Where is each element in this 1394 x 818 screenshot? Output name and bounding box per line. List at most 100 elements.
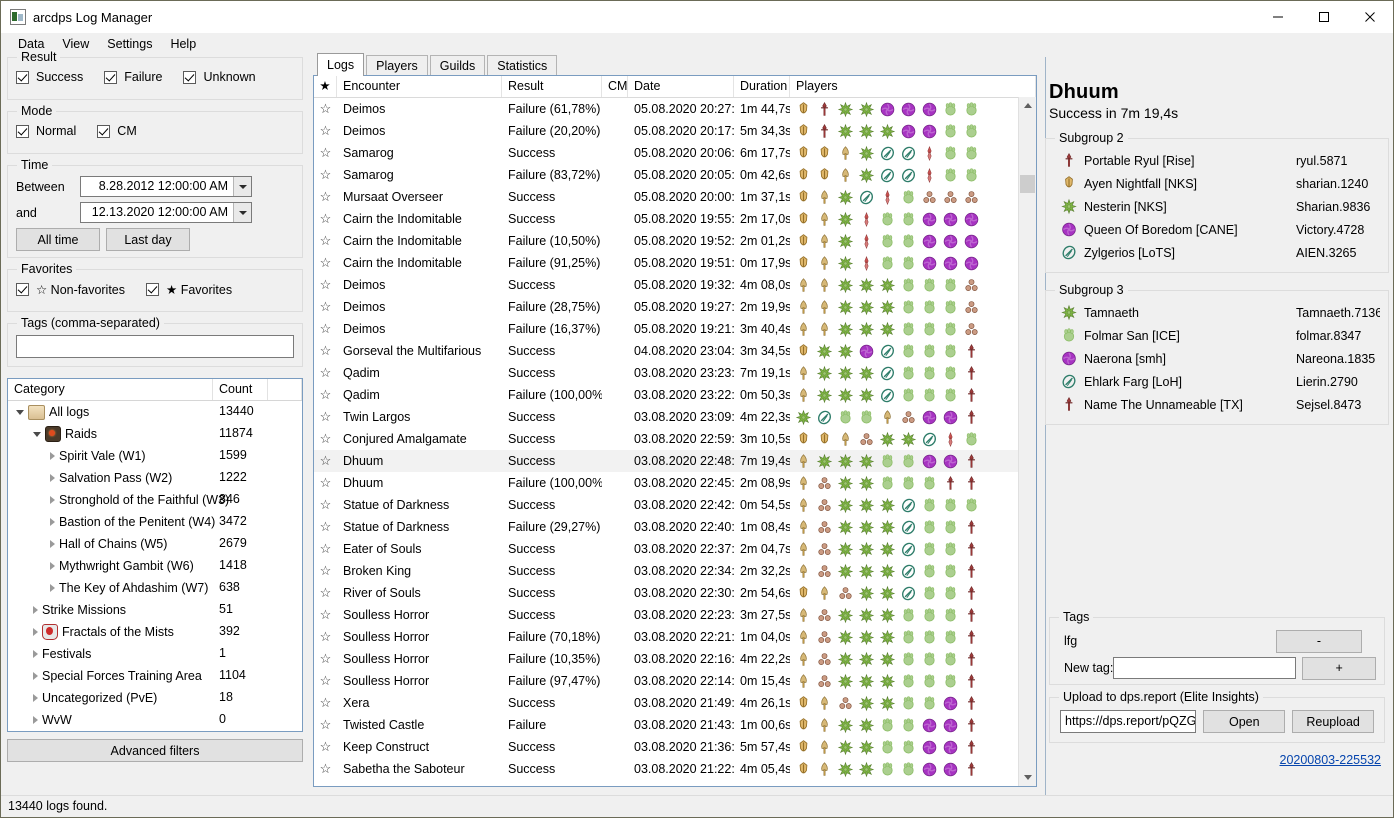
table-row[interactable]: ☆ Soulless Horror Failure (10,35%) 03.08.20… — [314, 648, 1036, 670]
favorite-star-icon[interactable]: ☆ — [314, 277, 337, 293]
table-row[interactable]: ☆ Cairn the Indomitable Success 05.08.2020 … — [314, 208, 1036, 230]
date-picker-to-dropdown[interactable] — [233, 203, 251, 222]
column-header-date[interactable]: Date — [628, 76, 734, 97]
table-row[interactable]: ☆ Statue of Darkness Failure (29,27%) 03.08… — [314, 516, 1036, 538]
expander-expand-icon[interactable] — [50, 474, 55, 482]
favorite-star-icon[interactable]: ☆ — [314, 651, 337, 667]
table-row[interactable]: ☆ Qadim Failure (100,00%) 03.08.2020 23:22:… — [314, 384, 1036, 406]
column-header-result[interactable]: Result — [502, 76, 602, 97]
reupload-button[interactable]: Reupload — [1292, 710, 1374, 733]
table-row[interactable]: ☆ Soulless Horror Success 03.08.2020 22:23:… — [314, 604, 1036, 626]
column-header-duration[interactable]: Duration — [734, 76, 790, 97]
column-header-category[interactable]: Category — [8, 379, 213, 400]
all-time-button[interactable]: All time — [16, 228, 100, 251]
category-tree-row[interactable]: Fractals of the Mists 392 — [8, 621, 302, 643]
checkbox-unknown[interactable] — [183, 70, 197, 84]
menu-item-settings[interactable]: Settings — [98, 35, 161, 53]
favorite-star-icon[interactable]: ☆ — [314, 673, 337, 689]
table-row[interactable]: ☆ Eater of Souls Success 03.08.2020 22:37:5… — [314, 538, 1036, 560]
expander-expand-icon[interactable] — [33, 694, 38, 702]
table-row[interactable]: ☆ Dhuum Failure (100,00%) 03.08.2020 22:45:… — [314, 472, 1036, 494]
category-tree-row[interactable]: Strike Missions 51 — [8, 599, 302, 621]
favorite-star-icon[interactable]: ☆ — [314, 541, 337, 557]
expander-expand-icon[interactable] — [50, 518, 55, 526]
favorite-star-icon[interactable]: ☆ — [314, 387, 337, 403]
category-tree-row[interactable]: Spirit Vale (W1) 1599 — [8, 445, 302, 467]
category-tree-row[interactable]: Stronghold of the Faithful (W3) 846 — [8, 489, 302, 511]
favorite-star-icon[interactable]: ☆ — [314, 475, 337, 491]
category-tree-row[interactable]: All logs 13440 — [8, 401, 302, 423]
table-row[interactable]: ☆ Deimos Failure (61,78%) 05.08.2020 20:27:… — [314, 98, 1036, 120]
expander-expand-icon[interactable] — [50, 496, 55, 504]
table-row[interactable]: ☆ Statue of Darkness Success 03.08.2020 22:… — [314, 494, 1036, 516]
table-row[interactable]: ☆ Deimos Failure (20,20%) 05.08.2020 20:17:… — [314, 120, 1036, 142]
favorite-star-icon[interactable]: ☆ — [314, 761, 337, 777]
add-tag-button[interactable]: + — [1302, 656, 1376, 680]
expander-expand-icon[interactable] — [33, 672, 38, 680]
table-row[interactable]: ☆ Twisted Castle Failure 03.08.2020 21:43:3… — [314, 714, 1036, 736]
favorite-star-icon[interactable]: ☆ — [314, 167, 337, 183]
maximize-button[interactable] — [1301, 1, 1347, 33]
table-row[interactable]: ☆ Cairn the Indomitable Failure (10,50%) 05… — [314, 230, 1036, 252]
scroll-up-button[interactable] — [1019, 97, 1036, 114]
checkbox-favorites[interactable] — [146, 283, 160, 296]
favorite-star-icon[interactable]: ☆ — [314, 695, 337, 711]
checkbox-cm[interactable] — [97, 124, 111, 138]
scrollbar-thumb[interactable] — [1020, 175, 1035, 193]
checkbox-failure[interactable] — [104, 70, 118, 84]
category-tree-row[interactable]: Mythwright Gambit (W6) 1418 — [8, 555, 302, 577]
column-header-count[interactable]: Count — [213, 379, 268, 400]
new-tag-input[interactable] — [1113, 657, 1297, 679]
menu-item-help[interactable]: Help — [161, 35, 205, 53]
upload-url-field[interactable]: https://dps.report/pQZG — [1060, 710, 1197, 733]
table-row[interactable]: ☆ Gorseval the Multifarious Success 04.08.2… — [314, 340, 1036, 362]
expander-expand-icon[interactable] — [50, 562, 55, 570]
tab-logs[interactable]: Logs — [317, 53, 365, 76]
minimize-button[interactable] — [1255, 1, 1301, 33]
favorite-star-icon[interactable]: ☆ — [314, 607, 337, 623]
expander-expand-icon[interactable] — [50, 540, 55, 548]
favorite-star-icon[interactable]: ☆ — [314, 211, 337, 227]
column-header-encounter[interactable]: Encounter — [337, 76, 502, 97]
tags-input[interactable] — [16, 335, 294, 358]
column-header-favorite[interactable]: ★ — [314, 76, 337, 97]
table-row[interactable]: ☆ Conjured Amalgamate Success 03.08.2020 22… — [314, 428, 1036, 450]
tab-statistics[interactable]: Statistics — [487, 55, 558, 76]
favorite-star-icon[interactable]: ☆ — [314, 453, 337, 469]
table-row[interactable]: ☆ Broken King Success 03.08.2020 22:34:49 2m… — [314, 560, 1036, 582]
expander-collapse-icon[interactable] — [16, 409, 24, 415]
checkbox-normal[interactable] — [16, 124, 29, 138]
table-row[interactable]: ☆ Deimos Failure (28,75%) 05.08.2020 19:27:… — [314, 296, 1036, 318]
favorite-star-icon[interactable]: ☆ — [314, 629, 337, 645]
favorite-star-icon[interactable]: ☆ — [314, 739, 337, 755]
close-button[interactable] — [1347, 1, 1393, 33]
category-tree-row[interactable]: The Key of Ahdashim (W7) 638 — [8, 577, 302, 599]
favorite-star-icon[interactable]: ☆ — [314, 431, 337, 447]
remove-tag-button[interactable]: - — [1276, 629, 1362, 653]
expander-expand-icon[interactable] — [33, 606, 38, 614]
category-tree-row[interactable]: WvW 0 — [8, 709, 302, 731]
favorite-star-icon[interactable]: ☆ — [314, 123, 337, 139]
category-tree-row[interactable]: Raids 11874 — [8, 423, 302, 445]
table-row[interactable]: ☆ Dhuum Success 03.08.2020 22:48:10 7m 19,4s — [314, 450, 1036, 472]
column-header-cm[interactable]: CM — [602, 76, 628, 97]
favorite-star-icon[interactable]: ☆ — [314, 563, 337, 579]
expander-expand-icon[interactable] — [50, 584, 55, 592]
scroll-down-button[interactable] — [1019, 769, 1036, 786]
advanced-filters-button[interactable]: Advanced filters — [7, 739, 303, 762]
column-header-players[interactable]: Players — [790, 76, 1036, 97]
table-row[interactable]: ☆ Keep Construct Success 03.08.2020 21:36: 5… — [314, 736, 1036, 758]
log-permalink[interactable]: 20200803-225532 — [1280, 753, 1382, 767]
category-tree-row[interactable]: Uncategorized (PvE) 18 — [8, 687, 302, 709]
favorite-star-icon[interactable]: ☆ — [314, 145, 337, 161]
date-picker-to[interactable]: 12.13.2020 12:00:00 AM — [80, 202, 252, 223]
favorite-star-icon[interactable]: ☆ — [314, 233, 337, 249]
category-tree-row[interactable]: Bastion of the Penitent (W4) 3472 — [8, 511, 302, 533]
favorite-star-icon[interactable]: ☆ — [314, 365, 337, 381]
favorite-star-icon[interactable]: ☆ — [314, 717, 337, 733]
favorite-star-icon[interactable]: ☆ — [314, 101, 337, 117]
favorite-star-icon[interactable]: ☆ — [314, 189, 337, 205]
favorite-star-icon[interactable]: ☆ — [314, 255, 337, 271]
table-row[interactable]: ☆ Soulless Horror Failure (97,47%) 03.08.20… — [314, 670, 1036, 692]
expander-expand-icon[interactable] — [50, 452, 55, 460]
